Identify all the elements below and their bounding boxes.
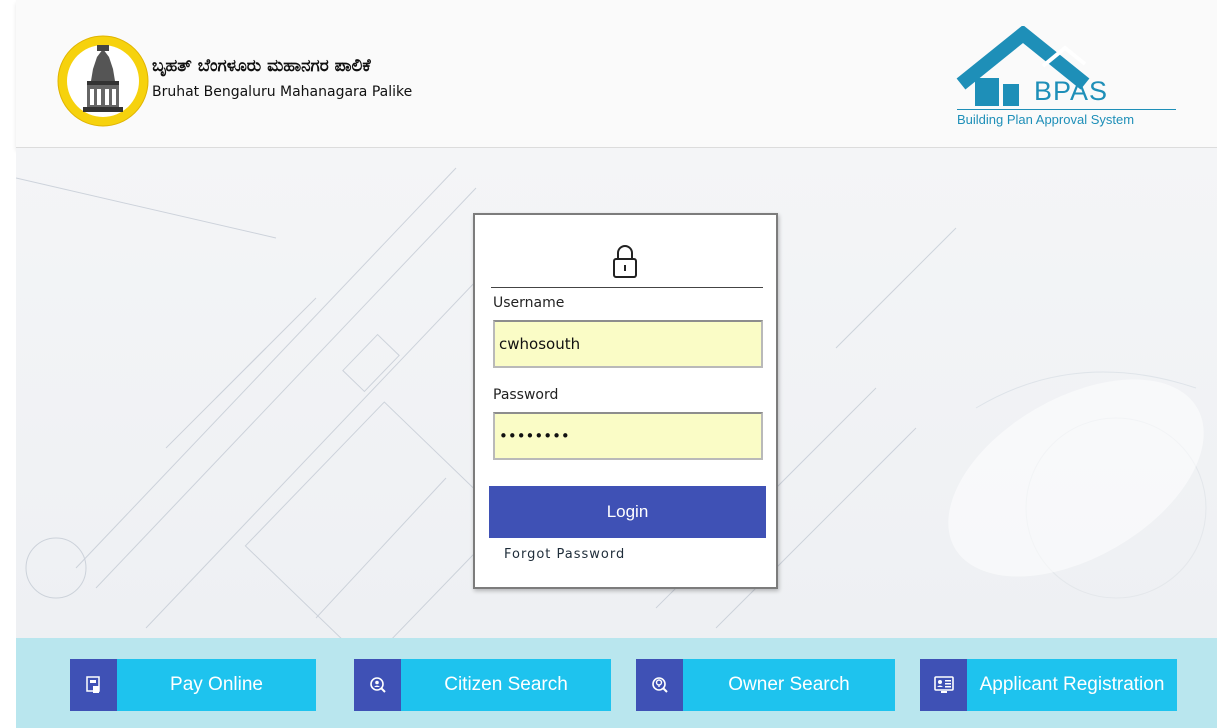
org-name-english: Bruhat Bengaluru Mahanagara Palike <box>152 84 413 100</box>
forgot-password-link[interactable]: Forgot Password <box>504 547 625 562</box>
applicant-registration-button[interactable]: Applicant Registration <box>920 659 1177 711</box>
bpas-tagline: Building Plan Approval System <box>957 109 1176 127</box>
quick-links-bar: Pay Online Citizen Search Owner Search A… <box>16 638 1217 728</box>
card-divider <box>491 287 763 288</box>
username-label: Username <box>493 295 565 311</box>
password-label: Password <box>493 387 559 403</box>
applicant-registration-label: Applicant Registration <box>967 659 1177 711</box>
username-input[interactable] <box>493 320 763 368</box>
owner-search-button[interactable]: Owner Search <box>636 659 895 711</box>
lock-icon <box>613 245 637 278</box>
password-input[interactable] <box>493 412 763 460</box>
pay-online-button[interactable]: Pay Online <box>70 659 316 711</box>
bpas-logo-text: BPAS <box>1034 76 1109 106</box>
login-button[interactable]: Login <box>489 486 766 538</box>
site-header: ಬೃಹತ್ ಬೆಂಗಳೂರು ಮಹಾನಗರ ಪಾಲಿಕೆ Bruhat Beng… <box>16 0 1217 148</box>
org-name-kannada: ಬೃಹತ್ ಬೆಂಗಳೂರು ಮಹಾನಗರ ಪಾಲಿಕೆ <box>152 56 371 76</box>
owner-search-label: Owner Search <box>683 659 895 711</box>
login-card: Username Password Login Forgot Password <box>473 213 778 589</box>
citizen-search-button[interactable]: Citizen Search <box>354 659 611 711</box>
location-search-icon <box>636 659 683 711</box>
citizen-search-label: Citizen Search <box>401 659 611 711</box>
payment-icon <box>70 659 117 711</box>
registration-icon <box>920 659 967 711</box>
search-person-icon <box>354 659 401 711</box>
bbmp-emblem-icon <box>57 35 149 127</box>
pay-online-label: Pay Online <box>117 659 316 711</box>
